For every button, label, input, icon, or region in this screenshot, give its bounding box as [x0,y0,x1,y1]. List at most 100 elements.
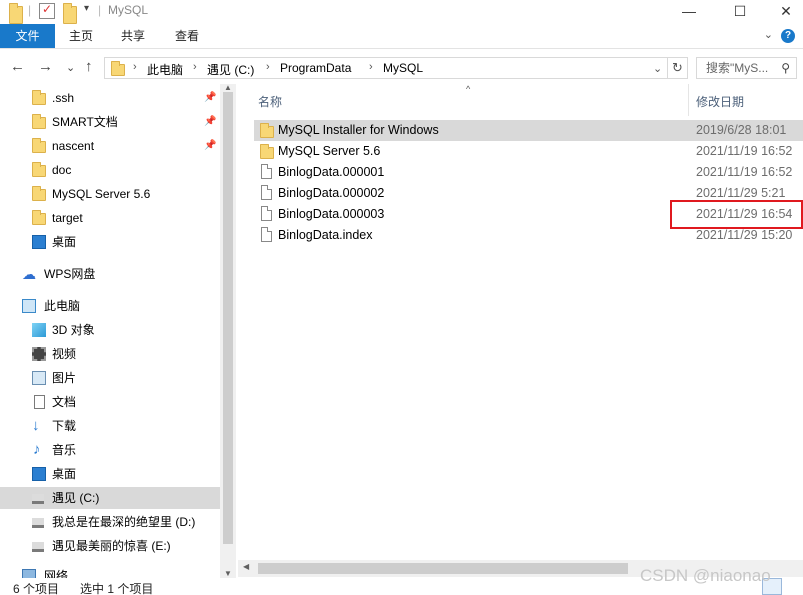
nav-scrollbar[interactable]: ▲ ▼ [220,83,236,578]
scroll-thumb[interactable] [258,563,628,574]
scroll-thumb[interactable] [223,92,233,544]
sort-ascending-icon: ^ [466,84,471,94]
properties-icon[interactable]: ✓ [39,2,55,19]
chevron-right-icon[interactable]: › [133,61,137,73]
folder-icon [260,144,274,159]
sidebar-item-pictures[interactable]: 图片 [0,367,220,389]
scroll-up-icon[interactable]: ▲ [224,83,232,92]
sidebar-item-documents[interactable]: 文档 [0,391,220,413]
breadcrumb-drive-c[interactable]: 遇见 (C:) [207,61,254,78]
sidebar-item-music[interactable]: ♪ 音乐 [0,439,220,461]
ribbon-tabs: 文件 主页 共享 查看 ⌄ ? [0,24,803,49]
search-input[interactable]: 搜索"MyS... [706,61,768,75]
up-icon[interactable]: ↑ [85,58,93,75]
file-list-pane: ^ 名称 修改日期 MySQL Installer for Windows 20… [238,84,803,578]
title-divider: | [28,3,32,17]
sidebar-item-label: 遇见最美丽的惊喜 (E:) [52,539,171,553]
network-icon [22,569,36,578]
file-name: MySQL Server 5.6 [278,144,381,158]
search-box[interactable]: 搜索"MyS... ⚲ [696,57,797,79]
chevron-right-icon[interactable]: › [369,61,373,73]
file-name: BinlogData.000001 [278,165,385,179]
drive-icon [32,494,44,504]
sidebar-item-label: target [52,211,83,225]
item-count: 6 个项目 [13,582,60,595]
file-row[interactable]: BinlogData.000001 2021/11/19 16:52 [254,162,803,183]
chevron-right-icon[interactable]: › [193,61,197,73]
maximize-button[interactable]: ☐ [717,0,763,22]
sidebar-item-videos[interactable]: 视频 [0,343,220,365]
sidebar-item-drive-d[interactable]: 我总是在最深的绝望里 (D:) [0,511,220,533]
desktop-icon [32,467,46,481]
sidebar-item-label: MySQL Server 5.6 [52,187,151,201]
sidebar-item-ssh[interactable]: .ssh 📌 [0,87,220,109]
sidebar-item-downloads[interactable]: ↓ 下载 [0,415,220,437]
sidebar-item-desktop-quick[interactable]: 桌面 [0,231,220,253]
pin-icon[interactable]: 📌 [204,87,216,109]
search-icon[interactable]: ⚲ [781,58,790,78]
sidebar-item-this-pc[interactable]: 此电脑 [0,295,220,317]
file-modified: 2021/11/29 5:21 [696,186,786,200]
sidebar-item-network[interactable]: 网络 [0,565,220,578]
folder-icon [32,186,46,201]
sidebar-item-smart-docs[interactable]: SMART文档 📌 [0,111,220,133]
sidebar-item-target[interactable]: target [0,207,220,229]
sidebar-item-label: 桌面 [52,467,77,481]
sidebar-item-wps[interactable]: ☁ WPS网盘 [0,263,220,285]
customize-quick-access-icon[interactable]: ▾ [84,3,89,21]
pin-icon[interactable]: 📌 [204,111,216,133]
sidebar-item-doc[interactable]: doc [0,159,220,181]
breadcrumb-this-pc[interactable]: 此电脑 [147,61,183,78]
new-folder-icon[interactable] [63,3,77,24]
folder-icon [260,123,274,138]
back-icon[interactable]: ← [10,58,25,75]
sidebar-item-mysql-server[interactable]: MySQL Server 5.6 [0,183,220,205]
column-divider[interactable] [688,84,689,116]
tab-file[interactable]: 文件 [0,24,55,48]
address-dropdown-icon[interactable]: ⌄ [653,62,662,75]
sidebar-item-3d-objects[interactable]: 3D 对象 [0,319,220,341]
tab-home[interactable]: 主页 [60,24,102,48]
recent-locations-icon[interactable]: ⌄ [66,61,75,74]
sidebar-item-desktop[interactable]: 桌面 [0,463,220,485]
breadcrumb-programdata[interactable]: ProgramData [280,61,351,75]
close-button[interactable]: ✕ [763,0,803,22]
column-name[interactable]: 名称 [258,93,282,110]
downloads-icon: ↓ [32,417,40,434]
watermark: CSDN @niaonao [640,566,771,585]
forward-icon[interactable]: → [38,58,53,75]
pictures-icon [32,371,46,385]
sidebar-item-nascent[interactable]: nascent 📌 [0,135,220,157]
computer-icon [22,299,36,313]
chevron-right-icon[interactable]: › [266,61,270,73]
file-name: BinlogData.000003 [278,207,385,221]
tab-share[interactable]: 共享 [112,24,154,48]
scroll-down-icon[interactable]: ▼ [224,569,232,578]
file-name: BinlogData.index [278,228,373,242]
breadcrumb-mysql[interactable]: MySQL [383,61,423,75]
collapse-ribbon-icon[interactable]: ⌄ [764,28,773,41]
file-icon [261,185,272,200]
pin-icon[interactable]: 📌 [204,135,216,157]
sidebar-item-label: 网络 [44,569,69,578]
column-modified[interactable]: 修改日期 [696,93,744,110]
file-row[interactable]: MySQL Installer for Windows 2019/6/28 18… [254,120,803,141]
sidebar-item-drive-e[interactable]: 遇见最美丽的惊喜 (E:) [0,535,220,557]
sidebar-item-label: 此电脑 [44,299,81,313]
file-name: BinlogData.000002 [278,186,385,200]
file-modified: 2021/11/29 15:20 [696,228,793,242]
file-row[interactable]: MySQL Server 5.6 2021/11/19 16:52 [254,141,803,162]
help-icon[interactable]: ? [781,29,795,43]
address-bar[interactable]: › 此电脑 › 遇见 (C:) › ProgramData › MySQL ⌄ [104,57,668,79]
tab-view[interactable]: 查看 [166,24,208,48]
large-icons-view-button[interactable] [783,578,803,595]
scroll-left-icon[interactable]: ◀ [243,562,249,571]
refresh-button[interactable]: ↻ [668,57,688,79]
sidebar-item-label: doc [52,163,72,177]
minimize-button[interactable]: — [666,0,712,22]
sidebar-item-label: 文档 [52,395,77,409]
sidebar-item-drive-c[interactable]: 遇见 (C:) [0,487,220,509]
folder-icon [32,162,46,177]
sidebar-item-label: 遇见 (C:) [52,491,100,505]
file-icon [261,164,272,179]
